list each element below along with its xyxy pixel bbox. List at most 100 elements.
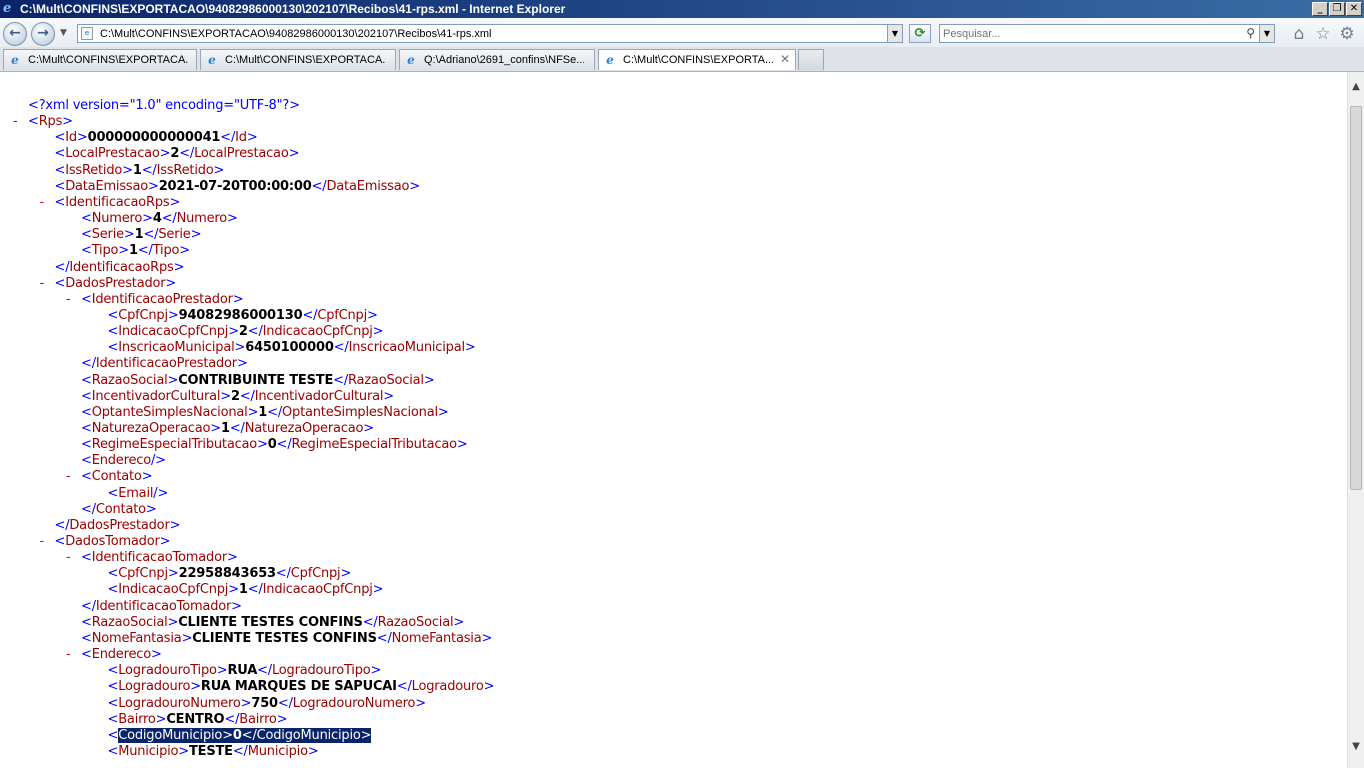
- back-button[interactable]: ←: [3, 22, 27, 46]
- bracket: </: [81, 502, 96, 517]
- tag-name: IndicacaoCpfCnpj: [118, 324, 229, 339]
- restore-button[interactable]: ❐: [1329, 2, 1345, 16]
- xml-line[interactable]: <LocalPrestacao>2</LocalPrestacao>: [55, 146, 300, 162]
- xml-line[interactable]: <Email/>: [108, 486, 169, 502]
- bracket: />: [150, 453, 166, 468]
- tag-name: InscricaoMunicipal: [348, 340, 466, 355]
- xml-line[interactable]: <CpfCnpj>94082986000130</CpfCnpj>: [108, 308, 378, 324]
- bracket: <: [81, 405, 92, 420]
- bracket: >: [483, 679, 495, 694]
- home-icon[interactable]: ⌂: [1289, 24, 1309, 44]
- collapse-toggle-icon[interactable]: -: [66, 469, 71, 485]
- search-icon[interactable]: ⚲: [1246, 26, 1255, 40]
- favorites-star-icon[interactable]: ☆: [1313, 24, 1333, 44]
- xml-line[interactable]: <Municipio>TESTE</Municipio>: [108, 744, 319, 760]
- xml-line[interactable]: <OptanteSimplesNacional>1</OptanteSimple…: [81, 405, 449, 421]
- xml-line[interactable]: - <IdentificacaoRps>: [40, 195, 181, 211]
- search-dropdown-icon[interactable]: ▼: [1259, 25, 1274, 42]
- new-tab-button[interactable]: [798, 49, 824, 70]
- xml-line[interactable]: </DadosPrestador>: [55, 518, 181, 534]
- tag-name: Endereco: [91, 453, 151, 468]
- recent-pages-dropdown-icon[interactable]: ▼: [60, 28, 67, 38]
- xml-line[interactable]: - <Contato>: [66, 469, 153, 485]
- xml-line[interactable]: <LogradouroTipo>RUA</LogradouroTipo>: [108, 663, 382, 679]
- xml-line[interactable]: <Serie>1</Serie>: [81, 227, 201, 243]
- forward-button[interactable]: →: [31, 22, 55, 46]
- xml-line[interactable]: - <IdentificacaoPrestador>: [66, 292, 244, 308]
- address-url[interactable]: C:\Mult\CONFINS\EXPORTACAO\9408298600013…: [100, 28, 492, 40]
- xml-line[interactable]: <RazaoSocial>CONTRIBUINTE TESTE</RazaoSo…: [81, 373, 435, 389]
- bracket: >: [123, 227, 135, 242]
- xml-line[interactable]: <IssRetido>1</IssRetido>: [55, 163, 225, 179]
- tab-2[interactable]: e C:\Mult\CONFINS\EXPORTACA...: [200, 49, 396, 70]
- xml-line[interactable]: <Logradouro>RUA MARQUES DE SAPUCAI</Logr…: [108, 679, 495, 695]
- xml-line[interactable]: <?xml version="1.0" encoding="UTF-8"?>: [28, 98, 300, 114]
- xml-line[interactable]: - <IdentificacaoTomador>: [66, 550, 238, 566]
- scrollbar-thumb[interactable]: [1350, 106, 1362, 490]
- collapse-toggle-icon[interactable]: -: [13, 114, 18, 130]
- close-button[interactable]: ✕: [1346, 2, 1362, 16]
- collapse-toggle-icon[interactable]: -: [40, 534, 45, 550]
- tag-name: RazaoSocial: [348, 373, 424, 388]
- element-value: RUA: [227, 663, 258, 678]
- xml-line[interactable]: <CpfCnpj>22958843653</CpfCnpj>: [108, 566, 352, 582]
- xml-line[interactable]: </Contato>: [81, 502, 157, 518]
- vertical-scrollbar[interactable]: ▲ ▼: [1347, 72, 1364, 768]
- tag-name: Rps: [38, 114, 63, 129]
- xml-line[interactable]: <Tipo>1</Tipo>: [81, 243, 190, 259]
- search-input[interactable]: [943, 26, 1233, 41]
- bracket: >: [141, 469, 153, 484]
- bracket: >: [62, 114, 73, 129]
- xml-line[interactable]: <DataEmissao>2021-07-20T00:00:00</DataEm…: [55, 179, 421, 195]
- xml-line[interactable]: <InscricaoMunicipal>6450100000</Inscrica…: [108, 340, 476, 356]
- tab-3[interactable]: e Q:\Adriano\2691_confins\NFSe...: [399, 49, 595, 70]
- xml-line[interactable]: <RegimeEspecialTributacao>0</RegimeEspec…: [81, 437, 468, 453]
- xml-line[interactable]: - <Endereco>: [66, 647, 162, 663]
- bracket: </: [376, 631, 392, 646]
- scroll-up-icon[interactable]: ▲: [1348, 78, 1364, 95]
- xml-line[interactable]: <IndicacaoCpfCnpj>2</IndicacaoCpfCnpj>: [108, 324, 384, 340]
- collapse-toggle-icon[interactable]: -: [40, 195, 45, 211]
- xml-line[interactable]: <Endereco/>: [81, 453, 166, 469]
- scroll-down-icon[interactable]: ▼: [1348, 738, 1364, 755]
- tag-name: Endereco: [91, 647, 151, 662]
- search-box[interactable]: ⚲ ▼: [939, 24, 1275, 43]
- collapse-toggle-icon[interactable]: -: [66, 292, 71, 308]
- tag-name: IdentificacaoTomador: [95, 599, 232, 614]
- xml-line[interactable]: </IdentificacaoTomador>: [81, 599, 242, 615]
- bracket: >: [231, 599, 242, 614]
- address-dropdown-icon[interactable]: ▼: [887, 25, 902, 42]
- address-bar[interactable]: e C:\Mult\CONFINS\EXPORTACAO\94082986000…: [77, 24, 903, 43]
- xml-line[interactable]: <CodigoMunicipio>0</CodigoMunicipio>: [108, 728, 372, 744]
- element-value: 94082986000130: [178, 308, 303, 323]
- refresh-icon[interactable]: ⟳: [909, 24, 931, 43]
- tag-name: DadosTomador: [65, 534, 160, 549]
- xml-line[interactable]: <Bairro>CENTRO</Bairro>: [108, 712, 288, 728]
- xml-line[interactable]: <Numero>4</Numero>: [81, 211, 238, 227]
- collapse-toggle-icon[interactable]: -: [66, 550, 71, 566]
- tab-1[interactable]: e C:\Mult\CONFINS\EXPORTACA...: [3, 49, 197, 70]
- element-value: 0: [232, 728, 242, 743]
- bracket: <: [107, 712, 119, 727]
- minimize-button[interactable]: _: [1312, 2, 1328, 16]
- close-tab-icon[interactable]: ✕: [780, 52, 790, 66]
- tab-4-active[interactable]: e C:\Mult\CONFINS\EXPORTA... ✕: [598, 49, 796, 70]
- xml-line[interactable]: - <DadosPrestador>: [40, 276, 177, 292]
- tag-name: IdentificacaoPrestador: [91, 292, 233, 307]
- xml-line[interactable]: <Id>000000000000041</Id>: [55, 130, 258, 146]
- xml-line[interactable]: </IdentificacaoRps>: [55, 260, 185, 276]
- tools-gear-icon[interactable]: ⚙: [1337, 24, 1357, 44]
- xml-line[interactable]: <IndicacaoCpfCnpj>1</IndicacaoCpfCnpj>: [108, 582, 384, 598]
- xml-line[interactable]: <LogradouroNumero>750</LogradouroNumero>: [108, 696, 427, 712]
- xml-line[interactable]: - <Rps>: [13, 114, 73, 130]
- xml-line[interactable]: <NomeFantasia>CLIENTE TESTES CONFINS</No…: [81, 631, 492, 647]
- collapse-toggle-icon[interactable]: -: [40, 276, 45, 292]
- collapse-toggle-icon[interactable]: -: [66, 647, 71, 663]
- bracket: <: [54, 534, 66, 549]
- xml-line[interactable]: </IdentificacaoPrestador>: [81, 356, 248, 372]
- xml-line[interactable]: <RazaoSocial>CLIENTE TESTES CONFINS</Raz…: [81, 615, 464, 631]
- xml-line[interactable]: <NaturezaOperacao>1</NaturezaOperacao>: [81, 421, 374, 437]
- xml-line[interactable]: - <DadosTomador>: [40, 534, 171, 550]
- text-selection[interactable]: CodigoMunicipio>0</CodigoMunicipio>: [118, 728, 372, 743]
- xml-line[interactable]: <IncentivadorCultural>2</IncentivadorCul…: [81, 389, 394, 405]
